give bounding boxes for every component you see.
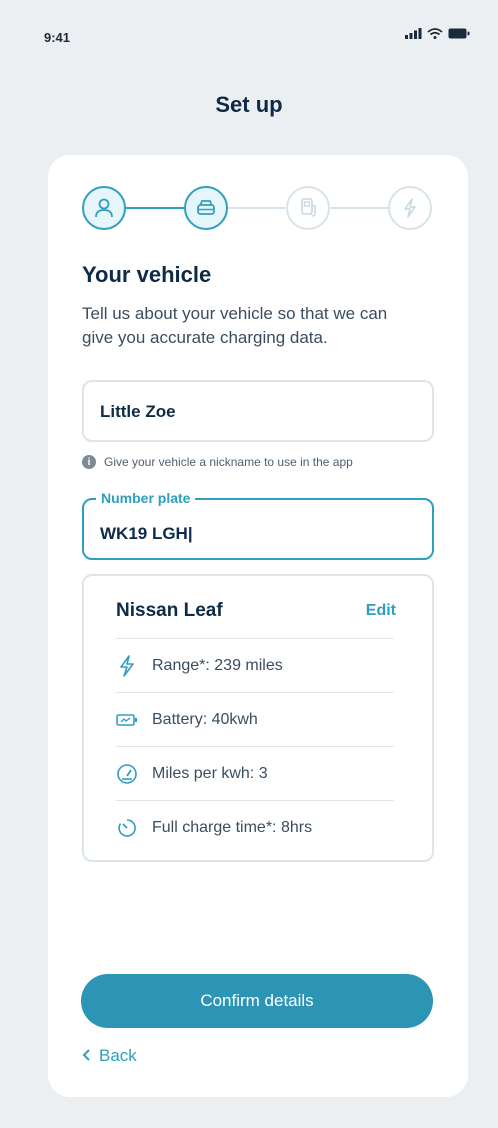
number-plate-label: Number plate bbox=[96, 490, 196, 506]
info-icon: i bbox=[82, 455, 96, 469]
nickname-hint: i Give your vehicle a nickname to use in… bbox=[82, 455, 353, 469]
step-connector bbox=[228, 207, 286, 209]
car-icon bbox=[197, 200, 215, 215]
spec-text: Battery: 40kwh bbox=[152, 710, 258, 728]
lightning-icon bbox=[404, 198, 416, 218]
nickname-input[interactable] bbox=[100, 402, 410, 422]
spec-text: Miles per kwh: 3 bbox=[152, 764, 268, 782]
chevron-left-icon bbox=[82, 1046, 91, 1066]
step-connector bbox=[126, 207, 184, 209]
status-bar: 9:41 bbox=[0, 0, 498, 80]
status-icons bbox=[405, 28, 470, 39]
spec-row-battery: Battery: 40kwh bbox=[116, 692, 394, 746]
timer-icon bbox=[116, 817, 138, 839]
back-label: Back bbox=[99, 1046, 137, 1065]
progress-stepper bbox=[82, 186, 434, 230]
confirm-details-button[interactable]: Confirm details bbox=[81, 974, 433, 1028]
number-plate-field[interactable]: Number plate bbox=[82, 490, 434, 560]
back-link[interactable]: Back bbox=[82, 1046, 137, 1066]
step-charging[interactable] bbox=[388, 186, 432, 230]
spec-text: Range*: 239 miles bbox=[152, 656, 283, 674]
nickname-hint-text: Give your vehicle a nickname to use in t… bbox=[104, 455, 353, 469]
section-title: Your vehicle bbox=[82, 262, 212, 287]
page-title: Set up bbox=[215, 92, 283, 117]
person-icon bbox=[95, 198, 113, 218]
vehicle-details-card: Nissan Leaf Edit Range*: 239 miles Batte… bbox=[82, 574, 434, 862]
spec-text: Full charge time*: 8hrs bbox=[152, 818, 313, 836]
spec-row-range: Range*: 239 miles bbox=[116, 638, 394, 692]
vehicle-name: Nissan Leaf bbox=[116, 600, 223, 621]
step-profile[interactable] bbox=[82, 186, 126, 230]
section-description: Tell us about your vehicle so that we ca… bbox=[82, 304, 388, 347]
spec-row-efficiency: Miles per kwh: 3 bbox=[116, 746, 394, 800]
gauge-icon bbox=[116, 763, 138, 785]
step-vehicle[interactable] bbox=[184, 186, 228, 230]
number-plate-input[interactable] bbox=[100, 524, 410, 544]
status-time: 9:41 bbox=[44, 30, 71, 45]
wifi-icon bbox=[427, 28, 443, 39]
charger-icon bbox=[301, 198, 316, 217]
edit-vehicle-link[interactable]: Edit bbox=[366, 602, 396, 620]
step-connector bbox=[330, 207, 388, 209]
battery-icon bbox=[116, 709, 138, 731]
battery-status-icon bbox=[448, 28, 470, 39]
nickname-field[interactable] bbox=[82, 380, 434, 442]
step-charger[interactable] bbox=[286, 186, 330, 230]
signal-icon bbox=[405, 28, 422, 39]
lightning-icon bbox=[116, 654, 138, 677]
spec-row-charge-time: Full charge time*: 8hrs bbox=[116, 800, 394, 854]
